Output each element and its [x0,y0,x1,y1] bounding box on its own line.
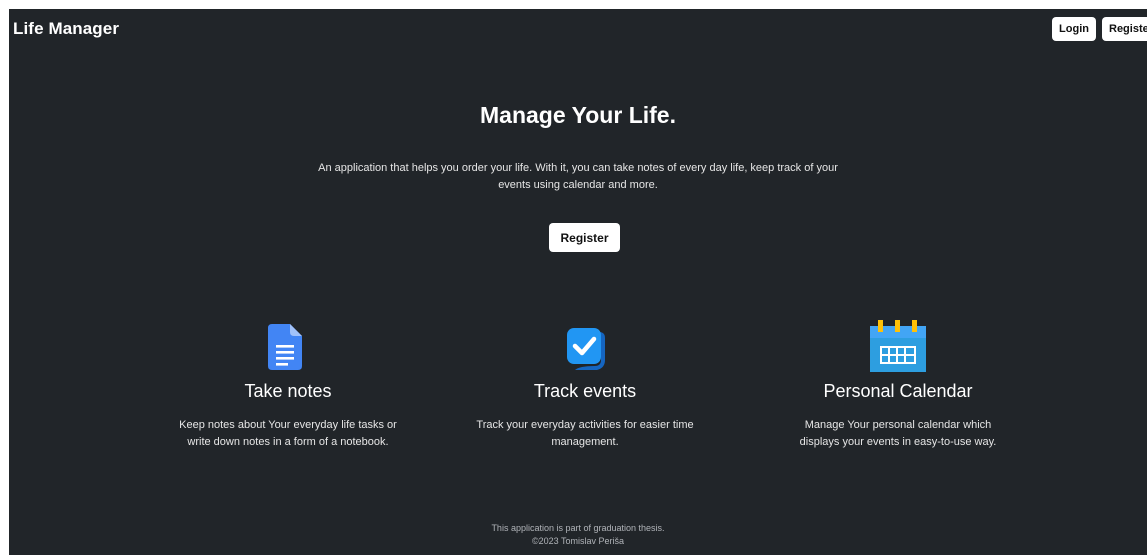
feature-description-line: Keep notes about Your everyday life task… [179,419,397,431]
login-button[interactable]: Login [1052,17,1096,41]
document-icon [268,324,302,370]
feature-description-line: Manage Your personal calendar which [804,419,992,431]
feature-take-notes: Take notes Keep notes about Your everyda… [153,314,423,464]
footer-copyright: ©2023 Tomislav Periša [531,536,624,546]
checkbox-icon [567,328,605,370]
hero-description-line: events using calendar and more. [498,179,658,191]
feature-track-events: Track events Track your everyday activit… [455,314,715,464]
app-container: Life Manager Login Register Manage Your … [9,9,1147,555]
feature-description-line: Track your everyday activities for easie… [476,419,694,431]
hero-description: An application that helps you order your… [293,160,863,194]
feature-description: Manage Your personal calendar which disp… [773,417,1023,451]
feature-description: Keep notes about Your everyday life task… [153,417,423,451]
hero-register-button[interactable]: Register [549,223,620,252]
hero-description-line: An application that helps you order your… [318,162,838,174]
feature-title: Take notes [244,381,332,401]
feature-personal-calendar: Personal Calendar Manage Your personal c… [773,314,1023,464]
feature-title: Track events [533,381,637,401]
hero-title: Manage Your Life. [480,102,676,128]
feature-title: Personal Calendar [823,381,973,401]
feature-description: Track your everyday activities for easie… [455,417,715,451]
brand-logo[interactable]: Life Manager [13,19,119,39]
register-nav-button[interactable]: Register [1102,17,1147,41]
feature-description-line: displays your events in easy-to-use way. [799,436,997,448]
footer: This application is part of graduation t… [9,522,1147,548]
calendar-icon [870,320,926,372]
feature-description-line: management. [551,436,619,448]
footer-thesis-note: This application is part of graduation t… [491,523,665,533]
feature-description-line: write down notes in a form of a notebook… [187,436,389,448]
